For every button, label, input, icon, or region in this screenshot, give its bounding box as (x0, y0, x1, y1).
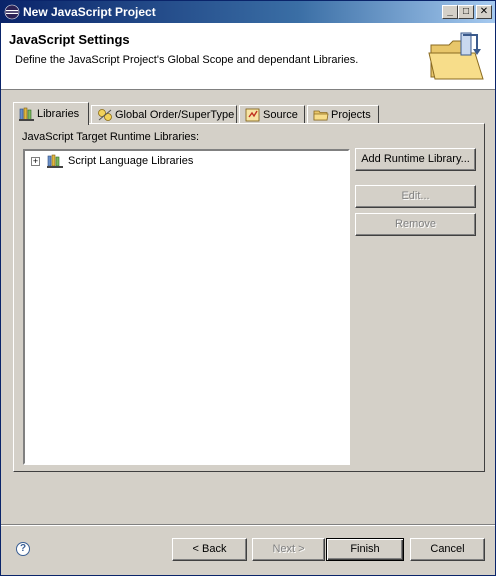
add-runtime-library-button[interactable]: Add Runtime Library... (355, 148, 476, 171)
edit-button[interactable]: Edit... (355, 185, 476, 208)
tab-source[interactable]: Source (239, 105, 305, 124)
wizard-folder-icon (428, 32, 484, 80)
tab-projects-label: Projects (331, 109, 371, 121)
title-bar[interactable]: New JavaScript Project _ □ ✕ (1, 1, 495, 23)
tab-global-order[interactable]: Global Order/SuperType (91, 105, 237, 124)
page-title: JavaScript Settings (9, 32, 130, 47)
help-icon[interactable]: ? (16, 542, 30, 556)
footer-separator (1, 524, 495, 526)
maximize-button[interactable]: □ (458, 5, 474, 19)
libraries-tree[interactable]: + Script Language Libraries (23, 149, 350, 465)
cancel-button[interactable]: Cancel (410, 538, 485, 561)
expand-icon[interactable]: + (31, 157, 40, 166)
tab-libraries[interactable]: Libraries (13, 102, 89, 125)
library-container-icon (47, 154, 63, 168)
tree-item-label: Script Language Libraries (68, 155, 194, 167)
minimize-button[interactable]: _ (442, 5, 458, 19)
remove-button[interactable]: Remove (355, 213, 476, 236)
order-icon (98, 109, 112, 121)
libraries-icon (19, 107, 34, 121)
projects-icon (313, 110, 329, 121)
next-button[interactable]: Next > (252, 538, 325, 561)
window-title: New JavaScript Project (23, 5, 156, 19)
close-button[interactable]: ✕ (476, 5, 492, 19)
libraries-panel: JavaScript Target Runtime Libraries: + S… (13, 123, 485, 472)
tab-source-label: Source (263, 109, 298, 121)
eclipse-icon (4, 4, 20, 20)
tab-projects[interactable]: Projects (307, 105, 379, 124)
tab-global-order-label: Global Order/SuperType (115, 109, 235, 121)
page-description: Define the JavaScript Project's Global S… (15, 54, 359, 66)
wizard-window: New JavaScript Project _ □ ✕ JavaScript … (0, 0, 496, 576)
runtime-libraries-label: JavaScript Target Runtime Libraries: (22, 131, 200, 143)
tab-libraries-label: Libraries (37, 108, 80, 120)
back-button[interactable]: < Back (172, 538, 247, 561)
source-icon (245, 108, 260, 122)
wizard-banner: JavaScript Settings Define the JavaScrip… (1, 23, 495, 90)
finish-button[interactable]: Finish (326, 538, 404, 561)
